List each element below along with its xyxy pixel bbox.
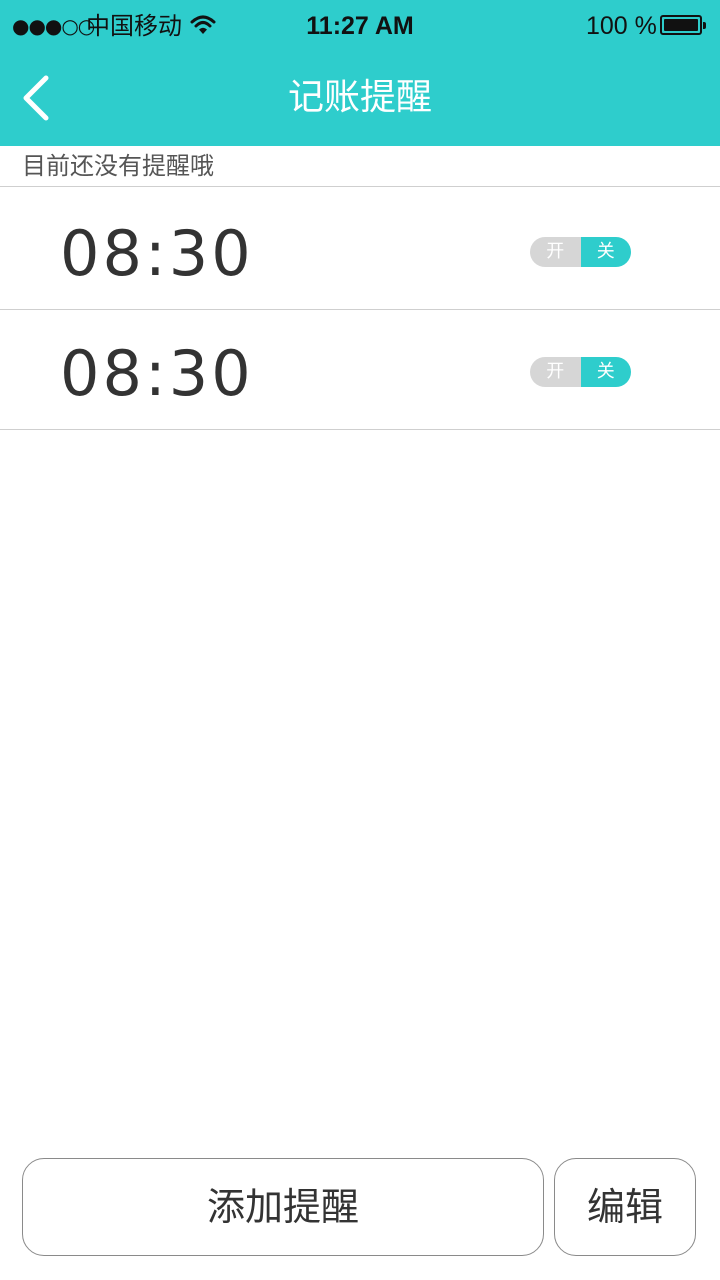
status-bar: ●●●○○ 中国移动 11:27 AM 100 % bbox=[0, 0, 720, 52]
page-title: 记账提醒 bbox=[287, 77, 432, 118]
add-reminder-button[interactable]: 添加提醒 bbox=[22, 1158, 544, 1256]
toggle-on-label[interactable]: 开 bbox=[530, 237, 581, 267]
empty-hint-text: 目前还没有提醒哦 bbox=[22, 152, 214, 180]
divider bbox=[0, 429, 720, 430]
reminder-row[interactable]: 08:30 开 关 bbox=[0, 310, 720, 430]
toggle-off-label[interactable]: 关 bbox=[580, 237, 631, 267]
toggle-off-label[interactable]: 关 bbox=[580, 357, 631, 387]
reminder-toggle[interactable]: 开 关 bbox=[530, 357, 631, 387]
battery-icon bbox=[660, 15, 706, 35]
battery-percentage: 100 % bbox=[586, 12, 657, 40]
divider bbox=[0, 186, 720, 187]
edit-button[interactable]: 编辑 bbox=[554, 1158, 696, 1256]
reminder-row[interactable]: 08:30 开 关 bbox=[0, 190, 720, 310]
reminder-time: 08:30 bbox=[60, 337, 254, 410]
toggle-on-label[interactable]: 开 bbox=[530, 357, 581, 387]
reminder-time: 08:30 bbox=[60, 217, 254, 290]
nav-header: ●●●○○ 中国移动 11:27 AM 100 % 记账提醒 bbox=[0, 0, 720, 146]
reminder-toggle[interactable]: 开 关 bbox=[530, 237, 631, 267]
